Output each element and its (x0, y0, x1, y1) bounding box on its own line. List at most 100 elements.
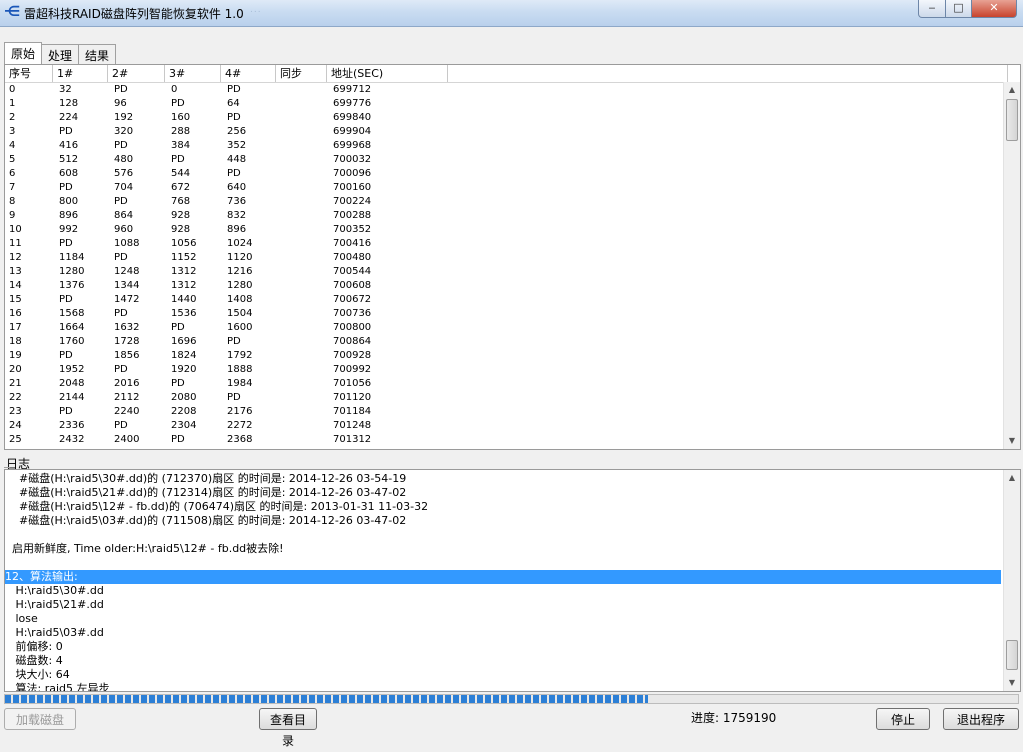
cell-disk1: 2432 (59, 434, 85, 445)
cell-disk1: 1280 (59, 266, 85, 277)
table-row[interactable]: 17 1664 1632 PD 1600 700800 (5, 321, 1008, 335)
log-line[interactable]: #磁盘(H:\raid5\03#.dd)的 (711508)扇区 的时间是: 2… (5, 514, 1001, 528)
cell-disk4: 896 (227, 224, 247, 235)
scroll-down-arrow-icon[interactable]: ▼ (1004, 433, 1020, 449)
tab-process[interactable]: 处理 (41, 44, 80, 64)
table-row[interactable]: 1 128 96 PD 64 699776 (5, 97, 1008, 111)
cell-address: 700224 (333, 196, 372, 207)
close-button[interactable]: ✕ (972, 0, 1017, 18)
scroll-up-arrow-icon[interactable]: ▲ (1004, 82, 1020, 98)
sector-table[interactable]: 序号 1# 2# 3# 4# 同步 地址(SEC) 0 32 PD 0 PD 699712… (4, 64, 1021, 450)
table-scrollbar[interactable]: ▲ ▼ (1003, 82, 1020, 449)
cell-disk2: PD (114, 140, 128, 151)
progress-fill (5, 695, 649, 703)
log-line[interactable]: #磁盘(H:\raid5\30#.dd)的 (712370)扇区 的时间是: 2… (5, 472, 1001, 486)
cell-disk3: 1152 (171, 252, 197, 263)
log-line[interactable]: #磁盘(H:\raid5\21#.dd)的 (712314)扇区 的时间是: 2… (5, 486, 1001, 500)
cell-disk1: 608 (59, 168, 79, 179)
table-row[interactable]: 2 224 192 160 PD 699840 (5, 111, 1008, 125)
cell-disk3: 1312 (171, 266, 197, 277)
cell-disk2: 1856 (114, 350, 140, 361)
table-row[interactable]: 3 PD 320 288 256 699904 (5, 125, 1008, 139)
table-row[interactable]: 24 2336 PD 2304 2272 701248 (5, 419, 1008, 433)
table-row[interactable]: 23 PD 2240 2208 2176 701184 (5, 405, 1008, 419)
log-line[interactable]: 前偏移: 0 (5, 640, 1001, 654)
cell-disk1: 224 (59, 112, 79, 123)
table-row[interactable]: 13 1280 1248 1312 1216 700544 (5, 265, 1008, 279)
table-row[interactable]: 21 2048 2016 PD 1984 701056 (5, 377, 1008, 391)
cell-index: 14 (9, 280, 22, 291)
cell-sync (276, 195, 327, 209)
log-line[interactable]: lose (5, 612, 1001, 626)
log-panel[interactable]: #磁盘(H:\raid5\30#.dd)的 (712370)扇区 的时间是: 2… (4, 469, 1021, 692)
table-row[interactable]: 20 1952 PD 1920 1888 700992 (5, 363, 1008, 377)
cell-disk3: 288 (171, 126, 191, 137)
table-row[interactable]: 9 896 864 928 832 700288 (5, 209, 1008, 223)
cell-disk2: 1248 (114, 266, 140, 277)
load-disk-button[interactable]: 加载磁盘 (4, 708, 76, 730)
column-header-disk1[interactable]: 1# (53, 65, 108, 82)
cell-address: 701120 (333, 392, 372, 403)
table-row[interactable]: 8 800 PD 768 736 700224 (5, 195, 1008, 209)
cell-disk4: 448 (227, 154, 247, 165)
log-scrollbar[interactable]: ▲ ▼ (1003, 470, 1020, 691)
tab-original[interactable]: 原始 (4, 42, 43, 64)
table-scroll-thumb[interactable] (1006, 99, 1018, 141)
table-row[interactable]: 10 992 960 928 896 700352 (5, 223, 1008, 237)
table-row[interactable]: 6 608 576 544 PD 700096 (5, 167, 1008, 181)
table-row[interactable]: 19 PD 1856 1824 1792 700928 (5, 349, 1008, 363)
cell-index: 5 (9, 154, 16, 165)
log-line[interactable]: H:\raid5\03#.dd (5, 626, 1001, 640)
view-directory-button[interactable]: 查看目录 (259, 708, 317, 748)
log-line[interactable]: 磁盘数: 4 (5, 654, 1001, 668)
log-line-selected[interactable]: 12、算法输出: (5, 570, 1001, 584)
title-bar[interactable]: ⋲ 雷超科技RAID磁盘阵列智能恢复软件 1.0 ... ‒ □ ✕ (0, 0, 1023, 27)
table-row[interactable]: 5 512 480 PD 448 700032 (5, 153, 1008, 167)
log-line[interactable]: #磁盘(H:\raid5\12# - fb.dd)的 (706474)扇区 的时… (5, 500, 1001, 514)
column-header-index[interactable]: 序号 (5, 65, 53, 82)
column-header-disk3[interactable]: 3# (165, 65, 221, 82)
maximize-button[interactable]: □ (946, 0, 972, 18)
log-scroll-thumb[interactable] (1006, 640, 1018, 670)
cell-disk1: 1952 (59, 364, 85, 375)
column-header-disk4[interactable]: 4# (221, 65, 276, 82)
table-row[interactable]: 25 2432 2400 PD 2368 701312 (5, 433, 1008, 447)
cell-disk3: 672 (171, 182, 191, 193)
table-row[interactable]: 0 32 PD 0 PD 699712 (5, 83, 1008, 97)
column-header-address[interactable]: 地址(SEC) (327, 65, 448, 82)
scroll-up-arrow-icon[interactable]: ▲ (1004, 470, 1020, 486)
cell-address: 700352 (333, 224, 372, 235)
exit-button[interactable]: 退出程序 (943, 708, 1019, 730)
table-row[interactable]: 15 PD 1472 1440 1408 700672 (5, 293, 1008, 307)
column-header-sync[interactable]: 同步 (276, 65, 327, 82)
cell-disk3: 1056 (171, 238, 197, 249)
cell-disk1: PD (59, 350, 73, 361)
table-row[interactable]: 11 PD 1088 1056 1024 700416 (5, 237, 1008, 251)
table-row[interactable]: 18 1760 1728 1696 PD 700864 (5, 335, 1008, 349)
cell-disk4: PD (227, 84, 241, 95)
log-line[interactable]: 算法: raid5 左异步 (5, 682, 1001, 691)
log-line[interactable]: 启用新鲜度, Time older:H:\raid5\12# - fb.dd被去… (5, 542, 1001, 556)
log-line[interactable]: H:\raid5\30#.dd (5, 584, 1001, 598)
table-row[interactable]: 14 1376 1344 1312 1280 700608 (5, 279, 1008, 293)
cell-address: 700096 (333, 168, 372, 179)
table-row[interactable]: 4 416 PD 384 352 699968 (5, 139, 1008, 153)
log-line[interactable]: 块大小: 64 (5, 668, 1001, 682)
table-row[interactable]: 12 1184 PD 1152 1120 700480 (5, 251, 1008, 265)
tab-result[interactable]: 结果 (78, 44, 117, 64)
cell-disk2: 2112 (114, 392, 140, 403)
log-line[interactable] (5, 556, 1001, 570)
cell-disk3: 0 (171, 84, 178, 95)
scroll-down-arrow-icon[interactable]: ▼ (1004, 675, 1020, 691)
log-line[interactable]: H:\raid5\21#.dd (5, 598, 1001, 612)
progress-bar (4, 694, 1019, 704)
cell-disk3: PD (171, 378, 185, 389)
table-row[interactable]: 7 PD 704 672 640 700160 (5, 181, 1008, 195)
column-header-disk2[interactable]: 2# (108, 65, 165, 82)
table-row[interactable]: 16 1568 PD 1536 1504 700736 (5, 307, 1008, 321)
table-row[interactable]: 22 2144 2112 2080 PD 701120 (5, 391, 1008, 405)
cell-index: 23 (9, 406, 22, 417)
stop-button[interactable]: 停止 (876, 708, 930, 730)
log-line[interactable] (5, 528, 1001, 542)
minimize-button[interactable]: ‒ (918, 0, 946, 18)
